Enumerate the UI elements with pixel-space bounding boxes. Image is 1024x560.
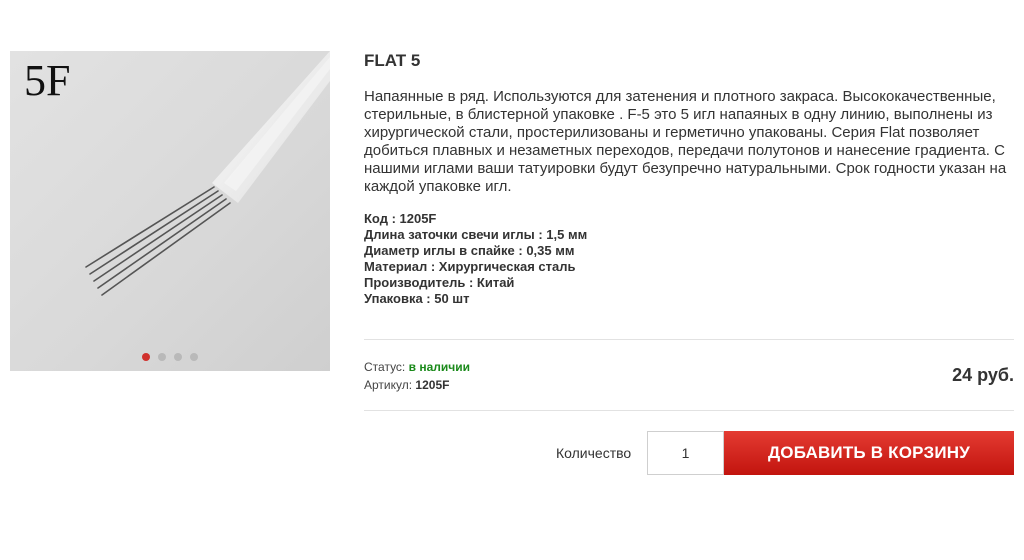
image-label: 5F xyxy=(24,56,70,105)
product-price: 24 руб. xyxy=(952,365,1014,385)
divider-bottom xyxy=(364,410,1014,411)
add-to-cart-button[interactable]: ДОБАВИТЬ В КОРЗИНУ xyxy=(724,431,1014,475)
product-image-gallery[interactable]: 5F xyxy=(10,51,330,371)
product-description: Напаянные в ряд. Используются для затене… xyxy=(364,88,1007,195)
article-line: Артикул: 1205F xyxy=(364,378,449,392)
needles-graphic xyxy=(85,186,231,296)
product-image: 5F xyxy=(24,51,330,296)
quantity-input[interactable] xyxy=(647,431,724,475)
status-label: Статус: xyxy=(364,360,406,374)
product-specs: Код : 1205F Длина заточки свечи иглы : 1… xyxy=(364,211,1014,307)
slider-dots xyxy=(142,353,198,361)
divider-top xyxy=(364,339,1014,340)
slider-dot-2[interactable] xyxy=(158,353,166,361)
article-label: Артикул: xyxy=(364,378,413,392)
spec-manufacturer: Производитель : Китай xyxy=(364,275,515,290)
spec-code: Код : 1205F xyxy=(364,211,437,226)
slider-dot-1[interactable] xyxy=(142,353,150,361)
status-badge: в наличии xyxy=(408,360,470,374)
spec-sharpening-length: Длина заточки свечи иглы : 1,5 мм xyxy=(364,227,588,242)
product-title: FLAT 5 xyxy=(364,51,421,70)
spec-needle-diameter: Диаметр иглы в спайке : 0,35 мм xyxy=(364,243,575,258)
spec-material: Материал : Хирургическая сталь xyxy=(364,259,576,274)
spec-package: Упаковка : 50 шт xyxy=(364,291,470,306)
article-value: 1205F xyxy=(415,378,450,392)
status-line: Статус: в наличии xyxy=(364,360,470,374)
slider-dot-3[interactable] xyxy=(174,353,182,361)
product-info: FLAT 5 Напаянные в ряд. Используются для… xyxy=(364,51,1014,307)
quantity-label: Количество xyxy=(556,445,632,461)
slider-dot-4[interactable] xyxy=(190,353,198,361)
